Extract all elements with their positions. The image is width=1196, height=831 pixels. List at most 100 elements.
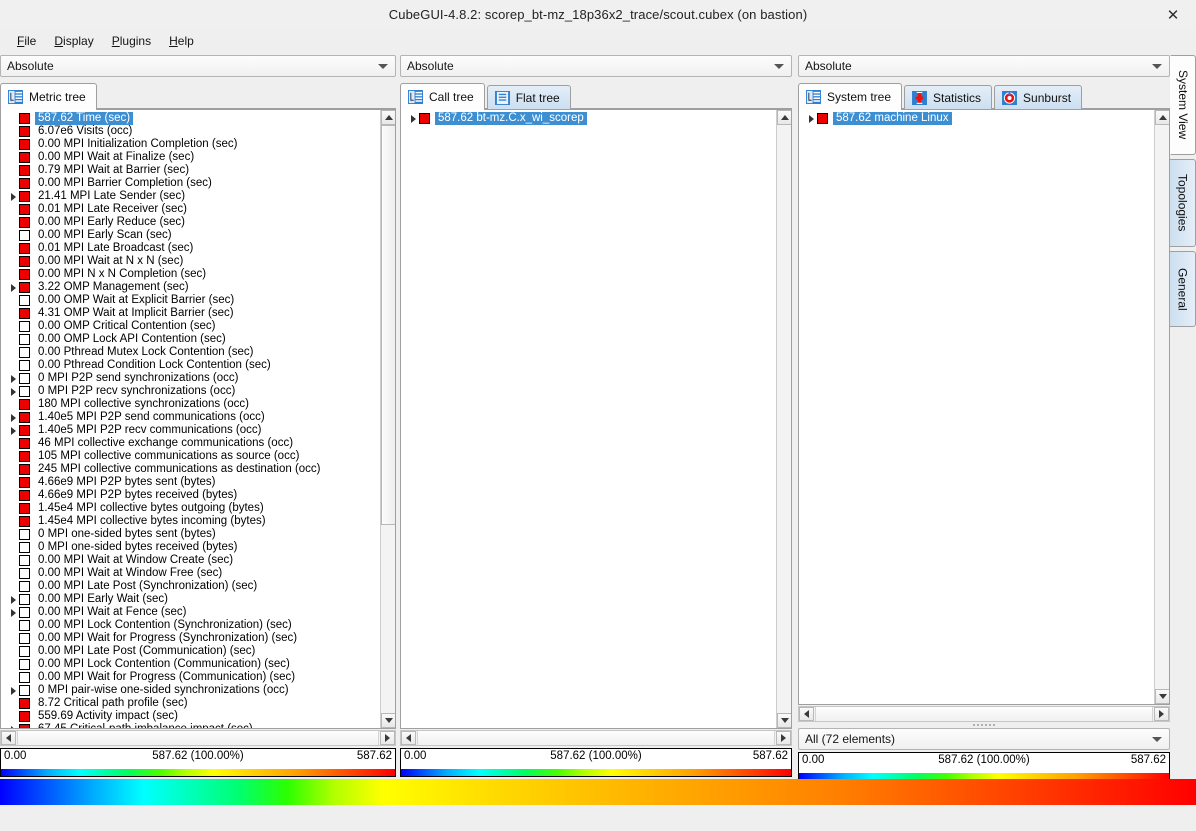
tree-row[interactable]: 1.40e5 MPI P2P send communications (occ)	[1, 411, 380, 424]
tree-row[interactable]: 0.79 MPI Wait at Barrier (sec)	[1, 164, 380, 177]
tab-system-tree[interactable]: System tree	[798, 83, 902, 109]
expand-arrow-icon[interactable]	[407, 115, 419, 123]
tree-row-checkbox[interactable]	[19, 711, 30, 722]
menu-item-help[interactable]: Help	[160, 32, 203, 50]
tree-row-checkbox[interactable]	[19, 373, 30, 384]
tree-row-checkbox[interactable]	[19, 347, 30, 358]
tree-row-checkbox[interactable]	[19, 516, 30, 527]
tree-row-checkbox[interactable]	[19, 724, 30, 728]
tree-row-checkbox[interactable]	[19, 321, 30, 332]
tree-row[interactable]: 587.62 bt-mz.C.x_wi_scorep	[401, 112, 776, 125]
tree-row-checkbox[interactable]	[19, 243, 30, 254]
tree-row[interactable]: 0.00 MPI Initialization Completion (sec)	[1, 138, 380, 151]
tree-row[interactable]: 3.22 OMP Management (sec)	[1, 281, 380, 294]
tree-row[interactable]: 0.00 MPI Wait for Progress (Synchronizat…	[1, 632, 380, 645]
call-tree-view[interactable]: 587.62 bt-mz.C.x_wi_scorep	[401, 110, 776, 728]
tree-row-checkbox[interactable]	[19, 438, 30, 449]
tree-row-checkbox[interactable]	[419, 113, 430, 124]
tree-row-checkbox[interactable]	[19, 152, 30, 163]
tree-row[interactable]: 0.00 MPI Late Post (Synchronization) (se…	[1, 580, 380, 593]
tree-row-checkbox[interactable]	[19, 685, 30, 696]
tree-row[interactable]: 0.00 MPI Late Post (Communication) (sec)	[1, 645, 380, 658]
scroll-right-icon[interactable]	[380, 731, 395, 745]
tree-row-checkbox[interactable]	[19, 139, 30, 150]
call-mode-select[interactable]: Absolute	[400, 55, 792, 77]
tree-row-checkbox[interactable]	[19, 230, 30, 241]
tree-row-checkbox[interactable]	[19, 659, 30, 670]
tree-row[interactable]: 67.45 Critical-path imbalance impact (se…	[1, 723, 380, 728]
tree-row-checkbox[interactable]	[19, 126, 30, 137]
tree-row-checkbox[interactable]	[19, 360, 30, 371]
expand-arrow-icon[interactable]	[7, 427, 19, 435]
tree-row[interactable]: 4.66e9 MPI P2P bytes received (bytes)	[1, 489, 380, 502]
tree-row[interactable]: 0.00 MPI Wait at Fence (sec)	[1, 606, 380, 619]
metric-tree-view[interactable]: 587.62 Time (sec)6.07e6 Visits (occ)0.00…	[1, 110, 380, 728]
scroll-up-icon[interactable]	[381, 110, 396, 125]
menu-item-display[interactable]: Display	[45, 32, 102, 50]
tree-row[interactable]: 4.31 OMP Wait at Implicit Barrier (sec)	[1, 307, 380, 320]
tab-call-tree[interactable]: Call tree	[400, 83, 485, 109]
side-tab-topologies[interactable]: Topologies	[1170, 159, 1196, 247]
call-tree-vscrollbar[interactable]	[776, 110, 791, 728]
scroll-right-icon[interactable]	[1154, 707, 1169, 721]
tree-row[interactable]: 1.45e4 MPI collective bytes outgoing (by…	[1, 502, 380, 515]
tree-row[interactable]: 1.45e4 MPI collective bytes incoming (by…	[1, 515, 380, 528]
tree-row-checkbox[interactable]	[19, 399, 30, 410]
tree-row[interactable]: 0.00 Pthread Mutex Lock Contention (sec)	[1, 346, 380, 359]
tree-row[interactable]: 0 MPI P2P recv synchronizations (occ)	[1, 385, 380, 398]
tree-row[interactable]: 46 MPI collective exchange communication…	[1, 437, 380, 450]
scrollbar-track[interactable]	[417, 731, 775, 745]
expand-arrow-icon[interactable]	[7, 596, 19, 604]
tree-row[interactable]: 0.00 MPI Lock Contention (Synchronizatio…	[1, 619, 380, 632]
tree-row-checkbox[interactable]	[19, 529, 30, 540]
menu-item-file[interactable]: File	[8, 32, 45, 50]
tree-row-checkbox[interactable]	[19, 178, 30, 189]
tree-row-checkbox[interactable]	[19, 555, 30, 566]
tree-row[interactable]: 0.00 MPI Barrier Completion (sec)	[1, 177, 380, 190]
tree-row-checkbox[interactable]	[19, 308, 30, 319]
tree-row-checkbox[interactable]	[19, 412, 30, 423]
tree-row-checkbox[interactable]	[19, 451, 30, 462]
tab-sunburst[interactable]: Sunburst	[994, 85, 1082, 109]
close-icon[interactable]: ✕	[1158, 0, 1188, 29]
expand-arrow-icon[interactable]	[7, 284, 19, 292]
tree-row[interactable]: 105 MPI collective communications as sou…	[1, 450, 380, 463]
tree-row-checkbox[interactable]	[19, 204, 30, 215]
tree-row[interactable]: 4.66e9 MPI P2P bytes sent (bytes)	[1, 476, 380, 489]
tree-row-checkbox[interactable]	[19, 594, 30, 605]
tree-row[interactable]: 6.07e6 Visits (occ)	[1, 125, 380, 138]
tree-row[interactable]: 0.00 MPI Early Reduce (sec)	[1, 216, 380, 229]
tree-row-checkbox[interactable]	[19, 633, 30, 644]
tree-row[interactable]: 0.00 Pthread Condition Lock Contention (…	[1, 359, 380, 372]
tree-row[interactable]: 1.40e5 MPI P2P recv communications (occ)	[1, 424, 380, 437]
tree-row[interactable]: 21.41 MPI Late Sender (sec)	[1, 190, 380, 203]
tree-row[interactable]: 8.72 Critical path profile (sec)	[1, 697, 380, 710]
tab-statistics[interactable]: Statistics	[904, 85, 992, 109]
tree-row-checkbox[interactable]	[19, 620, 30, 631]
tree-row[interactable]: 0.00 MPI Lock Contention (Communication)…	[1, 658, 380, 671]
metric-mode-select[interactable]: Absolute	[0, 55, 396, 77]
tree-row-checkbox[interactable]	[19, 425, 30, 436]
tree-row-checkbox[interactable]	[19, 490, 30, 501]
expand-arrow-icon[interactable]	[805, 115, 817, 123]
tree-row-checkbox[interactable]	[19, 477, 30, 488]
system-tree-hscrollbar[interactable]	[798, 706, 1170, 722]
tree-row-checkbox[interactable]	[19, 256, 30, 267]
tree-row-checkbox[interactable]	[19, 464, 30, 475]
tree-row-checkbox[interactable]	[19, 386, 30, 397]
tree-row[interactable]: 0.00 MPI Wait at Window Create (sec)	[1, 554, 380, 567]
tree-row[interactable]: 245 MPI collective communications as des…	[1, 463, 380, 476]
scroll-down-icon[interactable]	[777, 713, 792, 728]
tree-row[interactable]: 0 MPI P2P send synchronizations (occ)	[1, 372, 380, 385]
tree-row[interactable]: 0.00 OMP Wait at Explicit Barrier (sec)	[1, 294, 380, 307]
tree-row-checkbox[interactable]	[19, 646, 30, 657]
tree-row-checkbox[interactable]	[19, 542, 30, 553]
side-tab-general[interactable]: General	[1170, 251, 1196, 327]
scrollbar-thumb[interactable]	[381, 125, 396, 525]
menu-item-plugins[interactable]: Plugins	[103, 32, 160, 50]
scroll-down-icon[interactable]	[381, 713, 396, 728]
tree-row[interactable]: 587.62 machine Linux	[799, 112, 1154, 125]
expand-arrow-icon[interactable]	[7, 609, 19, 617]
tree-row[interactable]: 0 MPI one-sided bytes received (bytes)	[1, 541, 380, 554]
system-tree-view[interactable]: 587.62 machine Linux	[799, 110, 1154, 704]
